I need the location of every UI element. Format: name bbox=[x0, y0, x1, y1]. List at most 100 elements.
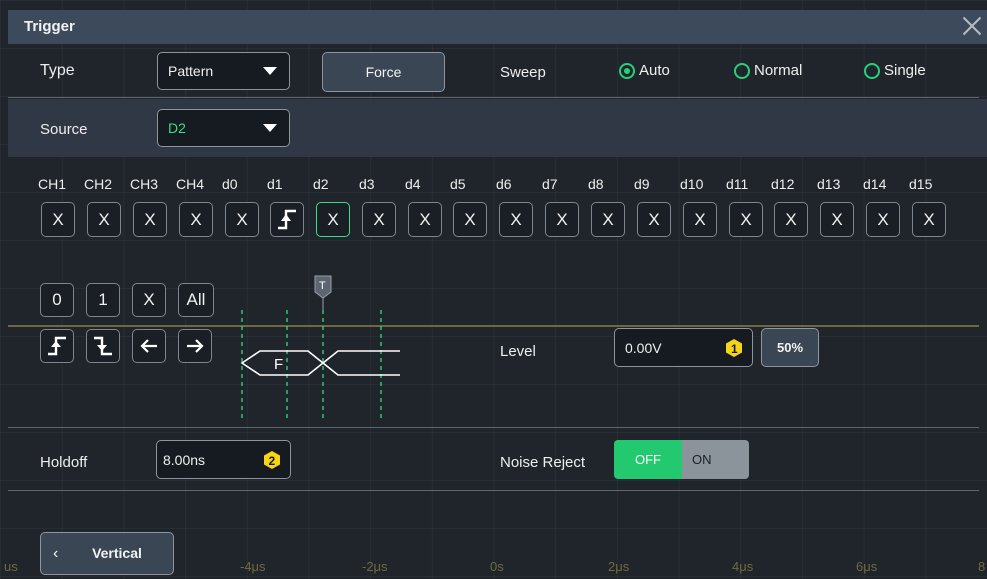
pattern-dontcare-button[interactable]: X bbox=[132, 283, 166, 317]
pattern-cell-ch3[interactable]: X bbox=[133, 202, 167, 237]
holdoff-value: 8.00ns bbox=[163, 452, 206, 468]
dialog-title-bar: Trigger bbox=[8, 10, 987, 44]
pattern-cell-d10[interactable]: X bbox=[683, 202, 717, 237]
pattern-all-button[interactable]: All bbox=[178, 283, 214, 317]
source-row bbox=[8, 99, 987, 157]
noise-reject-off-label: OFF bbox=[635, 452, 661, 467]
channel-label-ch4: CH4 bbox=[176, 176, 205, 192]
pattern-cell-d6[interactable]: X bbox=[499, 202, 533, 237]
pattern-cell-ch4[interactable]: X bbox=[179, 202, 213, 237]
pattern-cell-value: X bbox=[236, 210, 248, 229]
channel-label-d6: d6 bbox=[496, 176, 512, 192]
source-label: Source bbox=[40, 121, 88, 138]
pattern-cell-ch2[interactable]: X bbox=[87, 202, 121, 237]
close-icon[interactable] bbox=[961, 14, 983, 36]
sweep-normal-label: Normal bbox=[754, 62, 803, 79]
pattern-dontcare-label: X bbox=[143, 290, 155, 309]
sweep-single-radio[interactable]: Single bbox=[864, 62, 926, 79]
channel-label-d13: d13 bbox=[817, 176, 841, 192]
type-dropdown[interactable]: Pattern bbox=[157, 52, 290, 90]
pattern-one-button[interactable]: 1 bbox=[86, 283, 120, 317]
pattern-cell-d2[interactable]: X bbox=[316, 202, 350, 237]
x-axis-tick: 6μs bbox=[856, 559, 878, 574]
sweep-single-label: Single bbox=[884, 62, 926, 79]
pattern-cell-value: X bbox=[190, 210, 202, 229]
holdoff-input[interactable]: 8.00ns 2 bbox=[156, 440, 291, 479]
pattern-cell-value: X bbox=[144, 210, 156, 229]
pattern-cell-d5[interactable]: X bbox=[453, 202, 487, 237]
level-50-button[interactable]: 50% bbox=[761, 328, 819, 367]
dialog-title: Trigger bbox=[24, 18, 75, 35]
pattern-cell-d15[interactable]: X bbox=[912, 202, 946, 237]
source-dropdown[interactable]: D2 bbox=[157, 109, 290, 147]
pattern-cell-value: X bbox=[648, 210, 660, 229]
noise-reject-on[interactable]: ON bbox=[682, 440, 749, 479]
level-label: Level bbox=[500, 343, 536, 360]
radio-selected-icon bbox=[619, 62, 635, 79]
pattern-cell-d7[interactable]: X bbox=[545, 202, 579, 237]
type-value: Pattern bbox=[168, 63, 214, 79]
vertical-back-button[interactable]: ‹ Vertical bbox=[40, 532, 174, 575]
noise-reject-toggle[interactable]: OFF ON bbox=[614, 440, 749, 479]
pattern-cell-ch1[interactable]: X bbox=[41, 202, 75, 237]
source-value: D2 bbox=[168, 120, 186, 136]
scope-screen: us -4μs -2μs 0s 2μs 4μs 6μs 8 Trigger Ty… bbox=[0, 0, 987, 579]
channel-label-ch2: CH2 bbox=[84, 176, 113, 192]
knob-2-label: 2 bbox=[269, 454, 276, 468]
bus-transition bbox=[322, 350, 400, 376]
noise-reject-label: Noise Reject bbox=[500, 454, 586, 471]
pattern-cell-d11[interactable]: X bbox=[729, 202, 763, 237]
pattern-zero-button[interactable]: 0 bbox=[40, 283, 74, 317]
channel-label-ch1: CH1 bbox=[38, 176, 67, 192]
channel-label-d2: d2 bbox=[313, 176, 329, 192]
pattern-timing-diagram: F T bbox=[240, 275, 400, 420]
pattern-cell-value: X bbox=[98, 210, 110, 229]
channel-label-d15: d15 bbox=[909, 176, 933, 192]
sweep-auto-radio[interactable]: Auto bbox=[619, 62, 670, 79]
holdoff-label: Holdoff bbox=[40, 454, 88, 471]
move-right-button[interactable] bbox=[178, 329, 212, 363]
pattern-cell-value: X bbox=[327, 210, 339, 229]
pattern-cell-d13[interactable]: X bbox=[820, 202, 854, 237]
x-axis-tick: us bbox=[4, 559, 18, 574]
force-button[interactable]: Force bbox=[322, 52, 445, 92]
pattern-cell-d12[interactable]: X bbox=[774, 202, 808, 237]
rising-edge-icon bbox=[48, 336, 66, 356]
rising-edge-button[interactable] bbox=[40, 329, 74, 363]
pattern-zero-label: 0 bbox=[52, 290, 62, 309]
pattern-cell-d0[interactable]: X bbox=[225, 202, 259, 237]
sweep-label: Sweep bbox=[500, 64, 546, 81]
pattern-cell-value: X bbox=[831, 210, 843, 229]
pattern-cell-d4[interactable]: X bbox=[408, 202, 442, 237]
channel-label-d5: d5 bbox=[450, 176, 466, 192]
force-label: Force bbox=[365, 64, 402, 80]
noise-reject-off[interactable]: OFF bbox=[614, 440, 682, 479]
pattern-cell-value: X bbox=[52, 210, 64, 229]
x-axis-tick: 2μs bbox=[608, 559, 630, 574]
pattern-cell-d9[interactable]: X bbox=[637, 202, 671, 237]
divider bbox=[8, 490, 979, 491]
trigger-marker-label: T bbox=[319, 280, 326, 292]
chevron-left-icon: ‹ bbox=[53, 545, 59, 562]
noise-reject-on-label: ON bbox=[692, 452, 712, 467]
pattern-cell-d8[interactable]: X bbox=[591, 202, 625, 237]
pattern-cell-value: X bbox=[556, 210, 568, 229]
knob-1-label: 1 bbox=[731, 342, 738, 356]
diagram-guides bbox=[241, 310, 382, 420]
pattern-cell-d14[interactable]: X bbox=[866, 202, 900, 237]
falling-edge-icon bbox=[94, 336, 112, 356]
x-axis-tick: 8 bbox=[978, 559, 986, 574]
pattern-cell-d1[interactable] bbox=[270, 202, 304, 237]
level-input[interactable]: 0.00V 1 bbox=[614, 328, 753, 367]
pattern-cell-value: X bbox=[464, 210, 476, 229]
channel-label-ch3: CH3 bbox=[130, 176, 159, 192]
pattern-one-label: 1 bbox=[98, 290, 108, 309]
falling-edge-button[interactable] bbox=[86, 329, 120, 363]
pattern-cell-d3[interactable]: X bbox=[362, 202, 396, 237]
divider bbox=[8, 97, 979, 98]
pattern-all-label: All bbox=[186, 290, 206, 309]
divider bbox=[8, 427, 979, 428]
move-left-button[interactable] bbox=[132, 329, 166, 363]
pattern-cell-value: X bbox=[373, 210, 385, 229]
sweep-normal-radio[interactable]: Normal bbox=[734, 62, 802, 79]
